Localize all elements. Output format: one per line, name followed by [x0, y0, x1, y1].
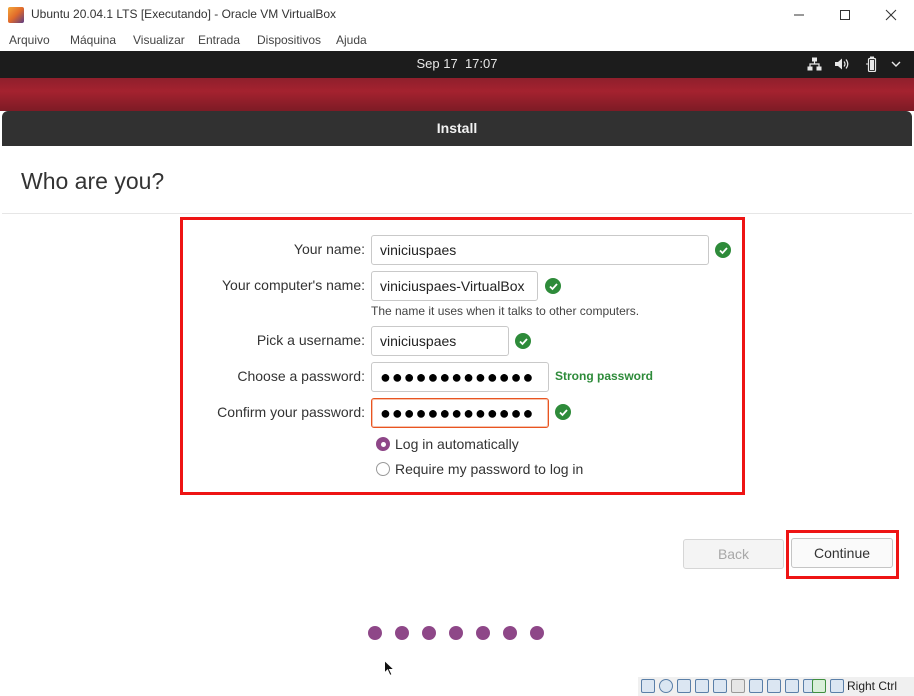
password-strength-indicator: Strong password [555, 369, 654, 383]
menu-dispositivos[interactable]: Dispositivos [257, 33, 321, 47]
panel-clock[interactable]: Sep 17 17:07 [0, 56, 914, 71]
computer-name-valid-check-icon [545, 278, 561, 294]
username-label: Pick a username: [256, 332, 365, 348]
panel-time: 17:07 [464, 56, 498, 71]
username-valid-check-icon [515, 333, 531, 349]
battery-icon[interactable] [863, 55, 881, 73]
volume-icon[interactable] [833, 55, 851, 73]
virtualbox-app-icon [8, 7, 24, 23]
progress-dot [503, 626, 517, 640]
mouse-integration-icon[interactable] [812, 679, 826, 693]
computer-name-input[interactable] [371, 271, 538, 301]
require-password-label[interactable]: Require my password to log in [395, 461, 583, 477]
network-adapter-icon[interactable] [695, 679, 709, 693]
menu-entrada[interactable]: Entrada [198, 33, 240, 47]
virtualization-icon[interactable] [785, 679, 799, 693]
hard-disk-icon[interactable] [641, 679, 655, 693]
maximize-icon[interactable] [822, 0, 868, 30]
login-auto-label[interactable]: Log in automatically [395, 436, 519, 452]
continue-button[interactable]: Continue [791, 538, 893, 568]
host-key-label: Right Ctrl [847, 679, 898, 693]
keyboard-capture-icon[interactable] [830, 679, 844, 693]
installer-window-title: Install [436, 120, 478, 136]
confirm-password-label: Confirm your password: [217, 404, 365, 420]
page-title: Who are you? [21, 168, 165, 194]
desktop-background [0, 78, 914, 111]
menu-visualizar[interactable]: Visualizar [133, 33, 185, 47]
network-icon[interactable] [805, 55, 823, 73]
progress-dot [476, 626, 490, 640]
progress-dot [530, 626, 544, 640]
login-auto-radio[interactable] [376, 437, 390, 451]
system-menu-chevron-icon[interactable] [889, 55, 903, 73]
audio-icon[interactable] [677, 679, 691, 693]
optical-drive-icon[interactable] [659, 679, 673, 693]
computer-name-hint: The name it uses when it talks to other … [371, 304, 640, 318]
usb-icon[interactable] [713, 679, 727, 693]
confirm-valid-check-icon [555, 404, 571, 420]
your-name-label: Your name: [293, 241, 365, 257]
vbox-window-title: Ubuntu 20.04.1 LTS [Executando] - Oracle… [31, 7, 337, 21]
display-icon[interactable] [749, 679, 763, 693]
name-valid-check-icon [715, 242, 731, 258]
mouse-cursor-icon [384, 659, 396, 681]
password-label: Choose a password: [237, 368, 365, 384]
require-password-radio[interactable] [376, 462, 390, 476]
progress-dot [422, 626, 436, 640]
menu-ajuda[interactable]: Ajuda [336, 33, 367, 47]
confirm-password-input[interactable] [371, 398, 549, 428]
panel-date: Sep 17 [416, 56, 458, 71]
heading-divider [2, 213, 912, 214]
close-icon[interactable] [868, 0, 914, 30]
progress-dot [368, 626, 382, 640]
your-name-input[interactable] [371, 235, 709, 265]
back-button[interactable]: Back [683, 539, 784, 569]
minimize-icon[interactable] [776, 0, 822, 30]
username-input[interactable] [371, 326, 509, 356]
shared-folders-icon[interactable] [731, 679, 745, 693]
menu-arquivo[interactable]: Arquivo [9, 33, 50, 47]
progress-dot [395, 626, 409, 640]
password-input[interactable] [371, 362, 549, 392]
computer-name-label: Your computer's name: [221, 277, 365, 293]
menu-maquina[interactable]: Máquina [70, 33, 116, 47]
video-capture-icon[interactable] [767, 679, 781, 693]
progress-dot [449, 626, 463, 640]
